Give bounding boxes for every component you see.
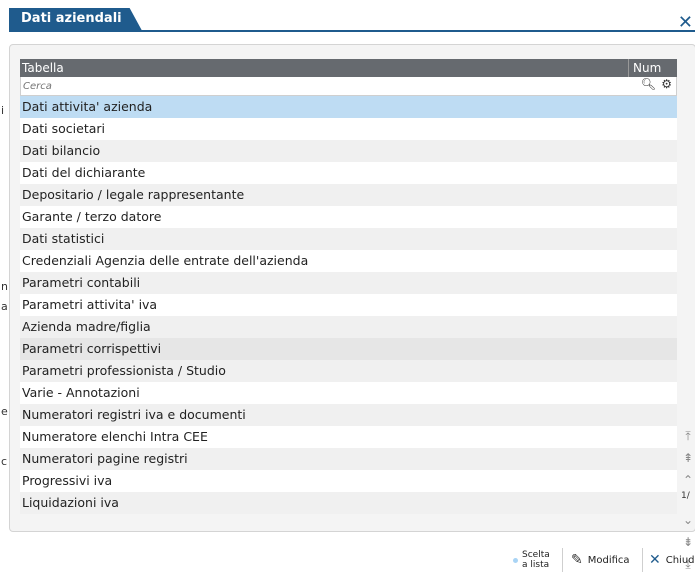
background-text: e	[1, 405, 8, 418]
table-row[interactable]: Azienda madre/figlia	[20, 316, 677, 338]
footer-toolbar: Scelta a lista ✎ Modifica ✕ Chiud	[9, 544, 695, 576]
table-row[interactable]: Parametri corrispettivi	[20, 338, 677, 360]
search-icon[interactable]: 🔍︎	[641, 77, 656, 91]
chiudi-label: Chiud	[665, 554, 695, 566]
table-row[interactable]: Parametri contabili	[20, 272, 677, 294]
scelta-label-line1: Scelta	[522, 550, 550, 560]
table-row[interactable]: Varie - Annotazioni	[20, 382, 677, 404]
background-text: c	[1, 455, 8, 468]
modifica-label: Modifica	[587, 554, 630, 566]
table-row[interactable]: Dati del dichiarante	[20, 162, 677, 184]
dialog-title: Dati aziendali	[9, 8, 142, 30]
scelta-a-lista-button[interactable]: Scelta a lista	[513, 546, 550, 574]
toolbar-divider	[642, 548, 643, 572]
table-row[interactable]: Garante / terzo datore	[20, 206, 677, 228]
background-text: i	[1, 104, 5, 117]
table-row[interactable]: Numeratore elenchi Intra CEE	[20, 426, 677, 448]
page-up-icon[interactable]: ⇞	[681, 447, 695, 469]
table-grid: Tabella Num 🔍︎ ⚙ Dati attivita' aziendaD…	[20, 59, 677, 514]
close-icon: ✕	[649, 552, 661, 568]
table-row[interactable]: Parametri attivita' iva	[20, 294, 677, 316]
scelta-label-line2: a lista	[522, 560, 550, 570]
table-row[interactable]: Liquidazioni iva	[20, 492, 677, 514]
table-row[interactable]: Parametri professionista / Studio	[20, 360, 677, 382]
table-row[interactable]: Dati attivita' azienda	[20, 96, 677, 118]
scroll-first-icon[interactable]: ⤒	[681, 425, 695, 447]
gear-icon[interactable]: ⚙	[661, 77, 672, 91]
table-row[interactable]: Credenziali Agenzia delle entrate dell'a…	[20, 250, 677, 272]
column-header-num[interactable]: Num	[628, 59, 677, 77]
column-header-tabella[interactable]: Tabella	[20, 59, 632, 77]
table-row[interactable]: Dati bilancio	[20, 140, 677, 162]
table-row[interactable]: Numeratori registri iva e documenti	[20, 404, 677, 426]
table-row[interactable]: Dati societari	[20, 118, 677, 140]
table-body: Dati attivita' azienda Dati societari Dati…	[20, 96, 677, 514]
background-text: n	[1, 280, 8, 293]
close-icon[interactable]: ✕	[678, 14, 693, 32]
modifica-button[interactable]: ✎ Modifica	[571, 546, 630, 574]
table-row[interactable]: Depositario / legale rappresentante	[20, 184, 677, 206]
scelta-dot-icon	[513, 557, 518, 563]
table-panel: Tabella Num 🔍︎ ⚙ Dati attivita' aziendaD…	[9, 44, 695, 571]
table-header: Tabella Num	[20, 59, 677, 77]
line-up-icon[interactable]: ⌃	[681, 469, 695, 491]
background-text: a	[1, 300, 8, 313]
page-indicator: 1/	[681, 491, 690, 501]
search-input[interactable]	[21, 77, 635, 95]
table-row[interactable]: Dati statistici	[20, 228, 677, 250]
title-bar: Dati aziendali ✕	[9, 8, 695, 32]
line-down-icon[interactable]: ⌄	[681, 509, 695, 531]
chiudi-button[interactable]: ✕ Chiud	[649, 546, 695, 574]
toolbar-divider	[562, 548, 563, 572]
search-row: 🔍︎ ⚙	[20, 77, 677, 96]
table-row[interactable]: Progressivi iva	[20, 470, 677, 492]
dati-aziendali-dialog: Dati aziendali ✕ Tabella Num 🔍︎ ⚙ Dati a…	[9, 0, 695, 576]
table-row[interactable]: Numeratori pagine registri	[20, 448, 677, 470]
pencil-icon: ✎	[571, 552, 583, 568]
